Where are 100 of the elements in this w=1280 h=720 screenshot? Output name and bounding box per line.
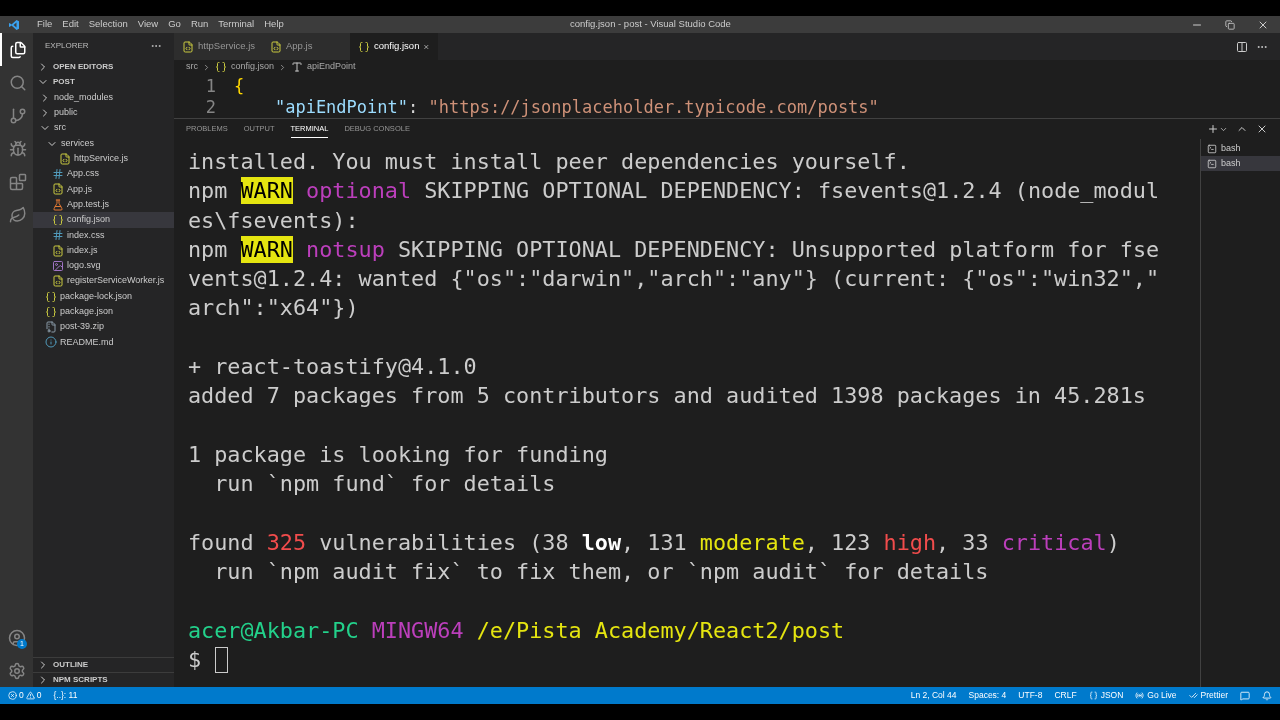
js-file-icon [52, 183, 64, 196]
status-item[interactable]: JSON [1088, 689, 1124, 702]
js-file-icon [52, 244, 64, 257]
js-file-icon [270, 40, 282, 53]
tree-item[interactable]: package-lock.json [33, 288, 174, 305]
error-icon [8, 691, 17, 700]
tree-item[interactable]: registerServiceWorker.js [33, 273, 174, 289]
editor-tab[interactable]: httpService.js [174, 33, 262, 60]
menu-item[interactable]: Terminal [213, 17, 260, 32]
menu-item[interactable]: Selection [83, 17, 133, 32]
image-file-icon [52, 259, 64, 272]
text-symbol-icon [291, 61, 304, 73]
test-file-icon [52, 198, 64, 211]
tree-item[interactable]: node_modules [33, 90, 174, 106]
tree-item[interactable]: README.md [33, 334, 174, 351]
section-header[interactable]: OPEN EDITORS [33, 59, 174, 74]
braces-icon [358, 40, 370, 53]
info-icon [45, 336, 57, 349]
breadcrumb-item[interactable]: config.json [231, 60, 275, 74]
chevron-right-icon [202, 62, 211, 72]
leaf-icon [8, 205, 27, 224]
braces-icon [45, 305, 57, 318]
tree-item[interactable]: public [33, 105, 174, 121]
status-item[interactable]: Ln 2, Col 44 [910, 689, 957, 702]
bell-icon[interactable] [1262, 690, 1272, 701]
hash-icon [52, 229, 64, 242]
broadcast-icon [1135, 691, 1145, 700]
status-item[interactable]: CRLF [1054, 689, 1077, 702]
braces-icon [52, 214, 64, 226]
terminal-line: es\fsevents): [188, 206, 359, 235]
status-item[interactable]: UTF-8 [1018, 689, 1043, 702]
terminal-list-item[interactable]: bash [1201, 141, 1280, 156]
menu-item[interactable]: File [32, 17, 58, 32]
warning-icon [25, 691, 35, 700]
terminal-line: run `npm audit fix` to fix them, or `npm audit` for details [213, 558, 989, 587]
braces-icon [1088, 691, 1098, 700]
code-line: { [234, 76, 245, 97]
tree-item[interactable]: src [33, 120, 174, 136]
tree-item[interactable]: App.test.js [33, 197, 174, 213]
js-file-icon [59, 152, 71, 165]
restore-icon[interactable] [1225, 19, 1235, 30]
tree-item[interactable]: index.js [33, 242, 174, 259]
blocks-icon [8, 172, 27, 191]
editor-tab[interactable]: config.json [350, 33, 438, 60]
feedback-icon[interactable] [1240, 690, 1250, 701]
menu-item[interactable]: View [132, 17, 164, 32]
hash-icon [52, 168, 64, 181]
tree-item[interactable]: index.css [33, 227, 174, 243]
close-icon[interactable] [1256, 123, 1268, 135]
tree-item[interactable]: services [33, 135, 174, 152]
line-number: 1 [204, 76, 217, 97]
editor-tab[interactable]: App.js [262, 33, 350, 60]
tree-item[interactable]: package.json [33, 304, 174, 320]
breadcrumb-item[interactable]: src [186, 60, 198, 74]
menu-item[interactable]: Edit [57, 17, 84, 32]
terminal-cursor [215, 646, 229, 673]
braces-icon [45, 290, 57, 303]
terminal-line: + react-toastify@4.1.0 [188, 353, 477, 382]
terminal-line: found 325 vulnerabilities (38 low, 131 moderate, 123 high, 33 critical) [188, 528, 1120, 557]
terminal-icon [1207, 143, 1217, 154]
tree-item[interactable]: httpService.js [33, 151, 174, 167]
terminal-list-item[interactable]: bash [1201, 156, 1280, 171]
json-path-status[interactable]: {..}: 11 [53, 689, 78, 702]
tree-item[interactable]: config.json [33, 212, 174, 228]
code-line: "apiEndPoint": "https://jsonplaceholder.typicode.com/posts" [273, 97, 879, 118]
new-terminal-icon[interactable] [1207, 123, 1219, 135]
tree-item[interactable]: App.js [33, 181, 174, 198]
status-item[interactable]: Spaces: 4 [968, 689, 1007, 702]
problems-status[interactable]: 0 0 [8, 689, 42, 702]
line-number: 2 [204, 97, 217, 118]
menu-item[interactable]: Help [259, 17, 289, 32]
window-title: config.json - post - Visual Studio Code [570, 17, 731, 32]
sidebar-title: EXPLORER [45, 40, 89, 52]
status-item[interactable]: Prettier [1188, 689, 1228, 702]
double-check-icon [1188, 691, 1198, 700]
files-icon [8, 40, 27, 59]
section-header[interactable]: OUTLINE [33, 657, 174, 672]
tree-item[interactable]: App.css [33, 166, 174, 182]
terminal-line: installed. You must install peer dependencies yourself. [188, 148, 910, 176]
js-file-icon [52, 275, 64, 288]
split-editor-icon[interactable] [1236, 40, 1248, 53]
menu-item[interactable]: Run [185, 17, 214, 32]
status-item[interactable]: Go Live [1135, 689, 1177, 702]
breadcrumb-item[interactable]: apiEndPoint [307, 60, 356, 74]
js-file-icon [182, 40, 194, 53]
tree-item[interactable]: logo.svg [33, 258, 174, 274]
settings-icon[interactable] [7, 661, 26, 680]
terminal-icon [1207, 158, 1217, 169]
archive-file-icon [45, 321, 57, 334]
menu-item[interactable]: Go [163, 17, 186, 32]
terminal-line: added 7 packages from 5 contributors and audited 1398 packages in 45.281s [188, 382, 1146, 411]
terminal-line: $ [188, 646, 202, 675]
terminal-line: acer@Akbar-PC MINGW64 /e/Pista Academy/React2/post [188, 616, 845, 645]
terminal-line: 1 package is looking for funding [188, 440, 608, 469]
tree-item[interactable]: post-39.zip [33, 319, 174, 335]
bug-icon [8, 139, 27, 158]
terminal-line: run `npm fund` for details [213, 470, 556, 499]
app-logo-icon [8, 18, 20, 31]
section-header[interactable]: POST [33, 74, 174, 89]
terminal-line: arch":"x64"}) [188, 294, 359, 323]
